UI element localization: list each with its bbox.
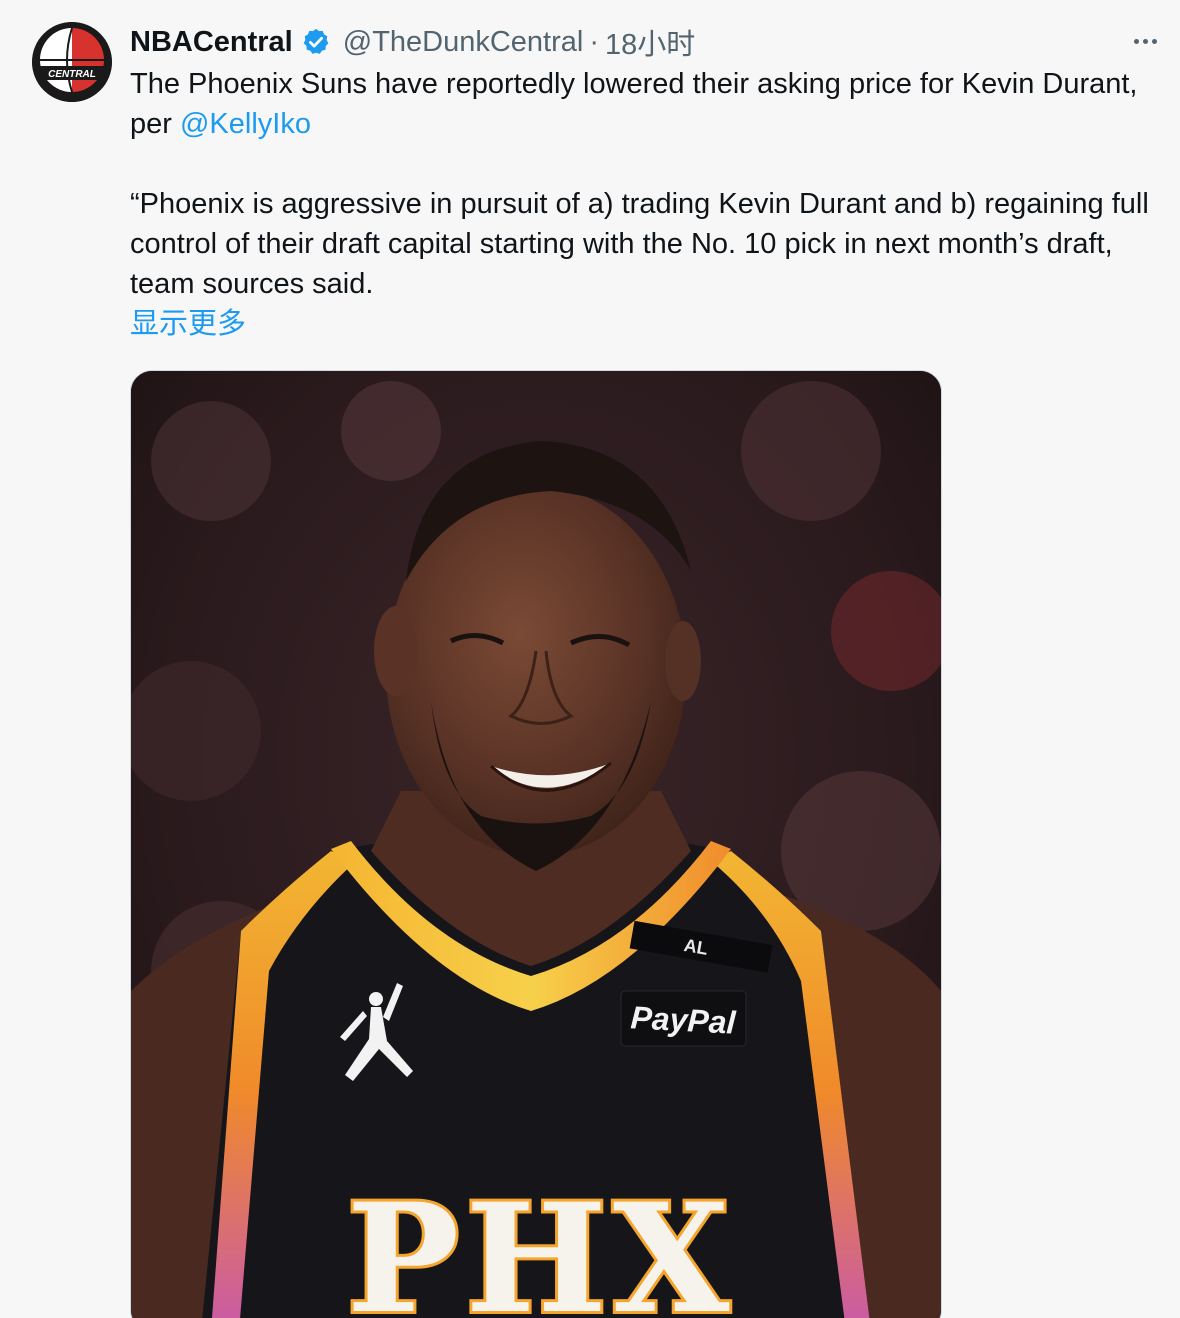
tweet-quote-text: “Phoenix is aggressive in pursuit of a) …	[130, 188, 1149, 300]
header-separator: ·	[589, 25, 600, 58]
tweet-card[interactable]: CENTRAL NBACentral @TheDunkCentral · 18小…	[0, 0, 1180, 1318]
jersey-wordmark: PHX	[347, 1171, 736, 1318]
tweet-header: NBACentral @TheDunkCentral · 18小时	[130, 22, 695, 62]
avatar-wordmark: CENTRAL	[48, 69, 96, 80]
show-more-link[interactable]: 显示更多	[130, 304, 246, 344]
tweet-timestamp[interactable]: 18小时	[605, 21, 695, 63]
user-handle[interactable]: @TheDunkCentral	[343, 26, 584, 59]
verified-badge-icon	[301, 27, 331, 57]
avatar[interactable]: CENTRAL	[32, 22, 112, 102]
sponsor-patch-text: PayPal	[630, 999, 738, 1041]
display-name[interactable]: NBACentral	[130, 26, 293, 59]
more-dots-icon[interactable]	[1128, 30, 1162, 52]
tweet-image[interactable]: AL PayPal PHX	[130, 370, 942, 1318]
tweet-text-line1: The Phoenix Suns have reportedly lowered…	[130, 64, 1170, 144]
mention-link[interactable]: @KellyIko	[180, 108, 311, 140]
tweet-text: The Phoenix Suns have reportedly lowered…	[130, 64, 1170, 344]
jersey-patch-text: AL	[682, 935, 709, 959]
